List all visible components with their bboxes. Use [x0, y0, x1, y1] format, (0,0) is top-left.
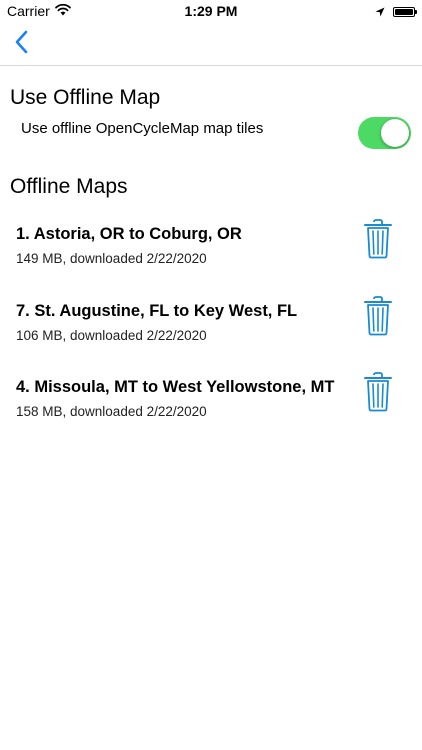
map-subtitle: 149 MB, downloaded 2/22/2020	[16, 251, 207, 266]
offline-tiles-toggle[interactable]	[358, 117, 411, 149]
battery-icon	[393, 7, 417, 17]
map-subtitle: 158 MB, downloaded 2/22/2020	[16, 404, 207, 419]
trash-icon	[362, 219, 394, 263]
chevron-left-icon	[14, 30, 28, 59]
map-title: 4. Missoula, MT to West Yellowstone, MT	[16, 378, 335, 396]
trash-icon	[362, 372, 394, 416]
list-item: 1. Astoria, OR to Coburg, OR 149 MB, dow…	[0, 219, 422, 285]
delete-map-button[interactable]	[362, 296, 394, 336]
use-offline-map-heading: Use Offline Map	[10, 86, 161, 109]
location-arrow-icon	[375, 4, 385, 20]
delete-map-button[interactable]	[362, 219, 394, 259]
list-item: 7. St. Augustine, FL to Key West, FL 106…	[0, 296, 422, 362]
list-item: 4. Missoula, MT to West Yellowstone, MT …	[0, 372, 422, 438]
status-right	[375, 4, 417, 20]
offline-toggle-label: Use offline OpenCycleMap map tiles	[21, 120, 264, 137]
back-button[interactable]	[8, 30, 34, 58]
toggle-knob	[381, 119, 409, 147]
map-title: 7. St. Augustine, FL to Key West, FL	[16, 302, 298, 320]
status-bar: Carrier 1:29 PM	[0, 0, 422, 24]
map-title: 1. Astoria, OR to Coburg, OR	[16, 225, 242, 243]
delete-map-button[interactable]	[362, 372, 394, 412]
map-subtitle: 106 MB, downloaded 2/22/2020	[16, 328, 207, 343]
nav-bar	[0, 24, 422, 66]
status-time: 1:29 PM	[184, 3, 238, 19]
trash-icon	[362, 296, 394, 340]
screen: Carrier 1:29 PM Use Offline Map Use offl…	[0, 0, 422, 750]
offline-maps-heading: Offline Maps	[10, 175, 128, 198]
